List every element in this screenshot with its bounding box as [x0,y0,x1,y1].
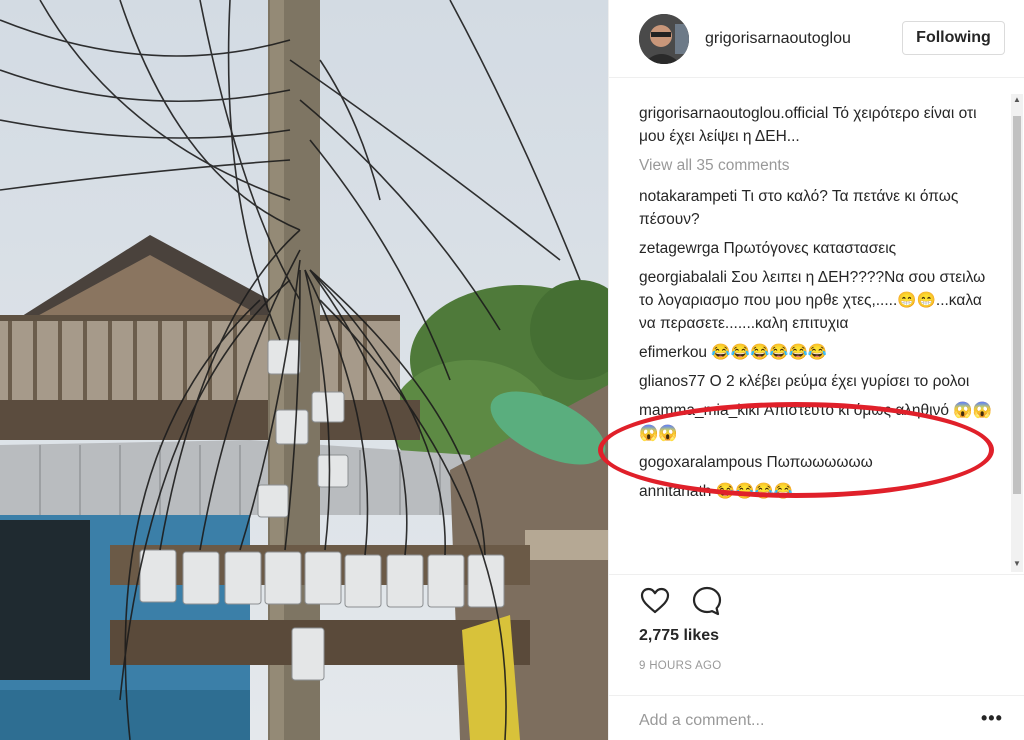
comment-text: Πρωτόγονες καταστασεις [723,240,897,257]
comment-username[interactable]: notakarampeti [639,188,737,205]
comment-item: notakarampeti Τι στο καλό? Τα πετάνε κι … [639,185,1001,231]
comments-list[interactable]: grigorisarnaoutoglou.official Τό χειρότε… [639,102,1001,572]
following-button[interactable]: Following [902,21,1005,55]
post-username[interactable]: grigorisarnaoutoglou [705,30,851,48]
likes-count[interactable]: 2,775 likes [639,627,719,645]
post-timestamp[interactable]: 9 HOURS AGO [639,660,722,672]
comment-text: Ο 2 κλέβει ρεύμα έχει γυρίσει το ρολοι [709,373,970,390]
comment-username[interactable]: glianos77 [639,373,705,390]
more-options-icon[interactable]: ••• [981,708,1003,729]
post-header: grigorisarnaoutoglou Following [609,0,1024,78]
comment-text: Πωπωωωωωω [766,454,873,471]
comment-username[interactable]: zetagewrga [639,240,719,257]
avatar-image [639,14,689,64]
view-all-comments-link[interactable]: View all 35 comments [639,154,1001,177]
photo-illustration [0,0,608,740]
comment-username[interactable]: efimerkou [639,344,707,361]
comment-username[interactable]: annitanath [639,483,711,500]
comment-item: georgiabalali Σου λειπει η ΔΕΗ????Να σου… [639,266,1001,335]
comment-username[interactable]: mamma_mia_kiki [639,402,760,419]
like-heart-icon[interactable] [639,585,671,617]
comment-item: gogoxaralampous Πωπωωωωωω [639,451,1001,474]
comment-item-highlighted: glianos77 Ο 2 κλέβει ρεύμα έχει γυρίσει … [639,370,1001,393]
add-comment-bar: Add a comment... ••• [609,695,1024,740]
comment-text: 😂😂😂😂 [715,483,793,500]
comment-item: zetagewrga Πρωτόγονες καταστασεις [639,237,1001,260]
comment-item: mamma_mia_kiki Απίστευτο κι όμως αληθινό… [639,399,1001,445]
add-comment-input[interactable]: Add a comment... [639,712,764,730]
avatar[interactable] [639,14,689,64]
post-photo [0,0,608,740]
scroll-up-arrow-icon[interactable]: ▲ [1013,96,1021,104]
comment-username[interactable]: gogoxaralampous [639,454,762,471]
scrollbar-thumb[interactable] [1013,116,1021,494]
divider [609,574,1024,575]
caption: grigorisarnaoutoglou.official Τό χειρότε… [639,102,1001,148]
comment-item: annitanath 😂😂😂😂 [639,480,1001,503]
comment-bubble-icon[interactable] [691,585,723,617]
comment-username[interactable]: georgiabalali [639,269,727,286]
scroll-down-arrow-icon[interactable]: ▼ [1013,560,1021,568]
comments-scrollbar[interactable]: ▲ ▼ [1011,94,1023,572]
comment-item: efimerkou 😂😂😂😂😂😂 [639,341,1001,364]
comment-text: 😂😂😂😂😂😂 [711,344,828,361]
comment-username[interactable]: grigorisarnaoutoglou.official [639,105,828,122]
post-sidebar: grigorisarnaoutoglou Following grigorisa… [608,0,1024,740]
